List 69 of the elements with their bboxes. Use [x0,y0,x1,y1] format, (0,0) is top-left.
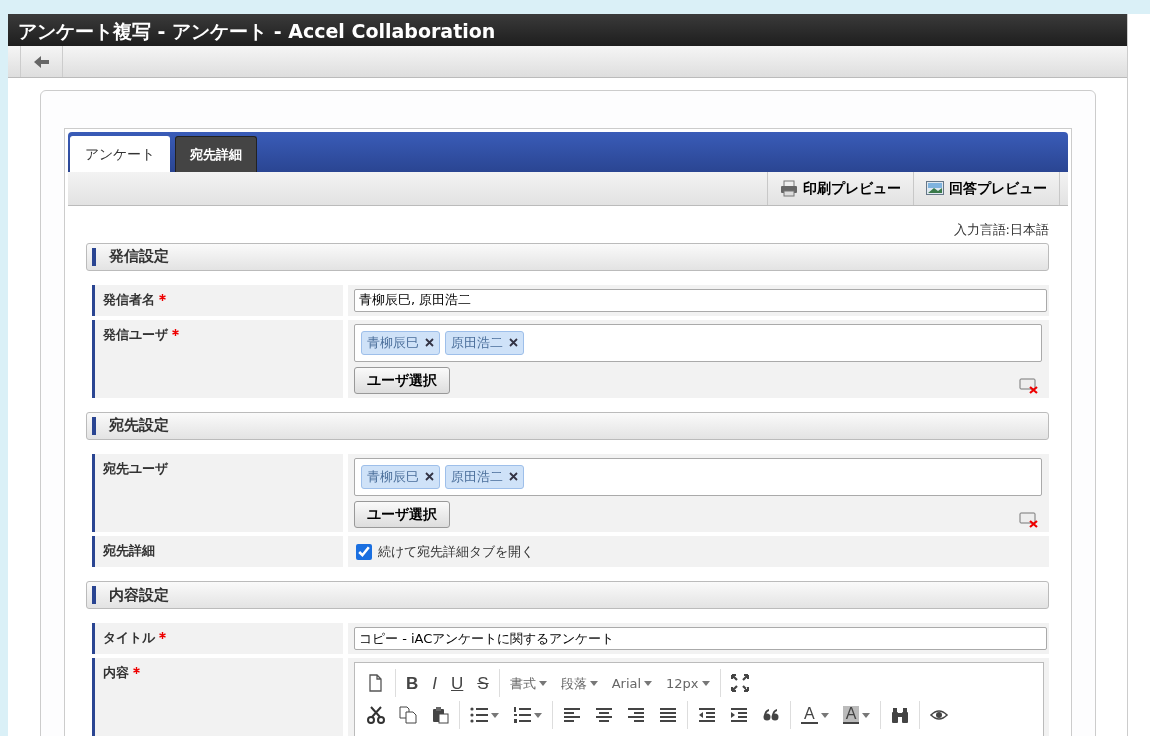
format-button[interactable]: U [446,672,469,694]
user-tag[interactable]: 原田浩二 [445,330,524,355]
clear-icon [1019,377,1039,394]
printer-icon [780,180,798,197]
text-field[interactable]: 青柳辰巳, 原田浩二 [354,288,1047,312]
binoculars-icon [891,706,910,724]
checkbox[interactable] [356,544,372,560]
input-language-label: 入力言語:日本語 [952,221,1049,239]
editor-dropdown[interactable]: 12px [661,674,715,692]
clear-icon [1019,511,1039,528]
numbered-list-icon [513,706,531,724]
align-justify-icon [659,706,677,724]
fullscreen-icon [730,674,749,692]
field-label: タイトル [92,623,343,654]
user-tag[interactable]: 原田浩二 [445,464,524,489]
text-field[interactable]: コピー - iACアンケートに関するアンケート [354,627,1047,650]
tab[interactable]: アンケート [70,136,170,172]
close-icon [509,338,518,347]
caret-icon [491,712,499,718]
editor-dropdown[interactable]: 段落 [555,674,603,692]
field-label: 発信ユーザ [92,319,343,398]
caret-icon [701,680,710,686]
format-button[interactable]: B [401,672,424,694]
color-button[interactable]: A [796,704,834,726]
caret-icon [820,712,829,718]
preview-button[interactable]: 回答プレビュー [913,172,1060,205]
paste-icon [431,706,449,724]
section-title: 内容設定 [109,584,169,606]
field-label: 宛先詳細 [92,535,343,567]
caret-icon [862,712,871,718]
checkbox-label: 続けて宛先詳細タブを開く [378,543,534,559]
user-select-button[interactable]: ユーザ選択 [354,366,450,394]
user-field[interactable]: 青柳辰巳 原田浩二 [354,323,1042,362]
align-center-icon [595,706,613,724]
back-arrow-icon [33,55,50,68]
user-field[interactable]: 青柳辰巳 原田浩二 [354,457,1042,496]
field-label: 発信者名 [92,284,343,316]
preview-button[interactable]: 印刷プレビュー [767,172,913,205]
close-icon [425,472,434,481]
field-label: 内容 [92,658,343,736]
user-tag[interactable]: 青柳辰巳 [361,330,440,355]
window-title: アンケート複写 - アンケート - Accel Collaboration [8,14,1127,46]
section-title: 発信設定 [109,246,169,268]
align-right-icon [627,706,645,724]
back-button[interactable] [20,46,63,77]
new-page-icon [367,674,385,692]
caret-icon [534,712,542,718]
user-tag[interactable]: 青柳辰巳 [361,464,440,489]
caret-icon [644,680,653,686]
format-button[interactable]: I [427,672,442,694]
caret-icon [589,680,598,686]
field-label: 宛先ユーザ [92,453,343,532]
color-button[interactable]: A [837,704,876,726]
bullet-list-icon [470,706,488,724]
outdent-icon [698,706,716,724]
user-select-button[interactable]: ユーザ選択 [354,500,450,528]
tab[interactable]: 宛先詳細 [175,136,257,172]
format-button[interactable]: S [472,672,494,694]
scissors-icon [367,706,385,724]
align-left-icon [563,706,581,724]
indent-icon [730,706,748,724]
copy-icon [399,706,417,724]
editor-dropdown[interactable]: Arial [606,674,658,692]
close-icon [509,472,518,481]
picture-icon [926,180,944,197]
close-icon [425,338,434,347]
editor-dropdown[interactable]: 書式 [504,674,552,692]
caret-icon [538,680,547,686]
section-title: 宛先設定 [109,415,169,437]
